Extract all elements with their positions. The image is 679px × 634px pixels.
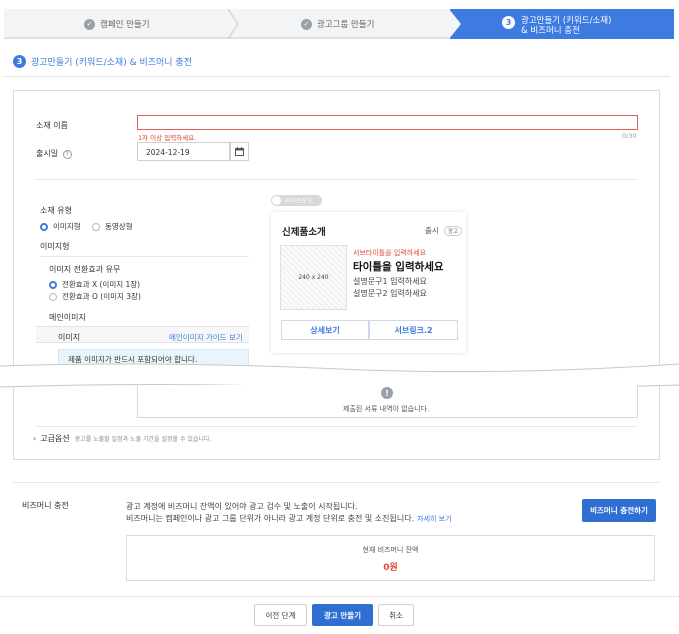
light-mode-toggle[interactable]: 라이트모드	[271, 195, 322, 206]
name-label: 소재 이름	[36, 121, 68, 130]
divider	[4, 76, 670, 77]
radio-image-type-label: 이미지형	[53, 222, 81, 231]
divider	[36, 179, 638, 180]
arrow-notch-icon	[449, 9, 461, 39]
radio-conversion-on-label: 전환효과 O (이미지 3장)	[62, 292, 141, 301]
image-label: 이미지	[58, 333, 81, 342]
launch-date-label-text: 출시일	[36, 149, 59, 158]
radio-image-type[interactable]: 이미지형	[40, 221, 81, 232]
preview-ad-badge: 광고	[444, 226, 463, 236]
advanced-options-toggle[interactable]: › 고급옵션 광고를 노출할 일정과 노출 기간을 설정할 수 있습니다.	[33, 433, 211, 444]
advanced-options-desc: 광고를 노출할 일정과 노출 기간을 설정할 수 있습니다.	[74, 436, 212, 443]
check-icon: ✓	[84, 18, 95, 30]
preview-desc1: 설명문구1 입력하세요	[353, 277, 427, 286]
main-image-label: 메인이미지	[49, 313, 86, 322]
bizmoney-charge-button[interactable]: 비즈머니 충전하기	[582, 499, 656, 522]
name-char-counter: 0/30	[622, 132, 637, 140]
footer-divider	[0, 596, 679, 597]
section-title-text: 광고만들기 (키워드/소재) & 비즈머니 충전	[31, 58, 192, 68]
bizmoney-desc1: 광고 계정에 비즈머니 잔액이 있어야 광고 검수 및 노출이 시작됩니다.	[126, 502, 358, 511]
radio-video-type-label: 동영상형	[105, 222, 133, 231]
documents-empty-text: 제출된 서류 내역이 없습니다.	[343, 405, 430, 413]
step-adgroup-label: 광고그룹 만들기	[317, 20, 375, 30]
step-adgroup: ✓ 광고그룹 만들기	[301, 9, 374, 39]
bizmoney-balance-box: 현재 비즈머니 잔액 0원	[126, 535, 655, 581]
step-campaign: ✓ 캠페인 만들기	[84, 9, 150, 39]
radio-checked-icon	[49, 280, 57, 289]
calendar-icon	[235, 147, 244, 156]
bizmoney-desc2-text: 비즈머니는 캠페인이나 광고 그룹 단위가 아니라 광고 계정 단위로 충전 및…	[126, 514, 415, 523]
advanced-options-title: 고급옵션	[40, 434, 70, 443]
image-type-heading: 이미지형	[40, 242, 70, 251]
radio-unchecked-icon	[49, 292, 57, 301]
step-ad-label-line2: & 비즈머니 충전	[521, 26, 580, 36]
create-ad-button[interactable]: 광고 만들기	[312, 604, 373, 626]
section-number: 3	[13, 55, 26, 68]
chevron-separator-icon	[227, 9, 239, 39]
preview-image-size: 240 x 240	[298, 274, 329, 281]
name-error: 1자 이상 입력하세요.	[138, 134, 197, 142]
step-ad-current: 3 광고만들기 (키워드/소재) & 비즈머니 충전	[449, 9, 674, 39]
check-icon: ✓	[301, 18, 312, 30]
divider	[36, 426, 638, 427]
preview-sublink-button[interactable]: 서브링크.2	[369, 320, 458, 340]
toggle-knob	[272, 196, 281, 205]
radio-video-type[interactable]: 동영상형	[92, 221, 133, 232]
radio-unchecked-icon	[92, 222, 100, 231]
calendar-button[interactable]	[230, 142, 249, 161]
help-icon[interactable]: ?	[62, 150, 72, 159]
light-mode-label: 라이트모드	[285, 198, 313, 205]
preview-subtitle: 서브타이틀을 입력하세요	[353, 249, 427, 257]
bizmoney-more-link[interactable]: 자세히 보기	[417, 515, 451, 523]
step-campaign-label: 캠페인 만들기	[100, 20, 150, 30]
radio-conversion-off-label: 전환효과 X (이미지 1장)	[62, 280, 141, 289]
conversion-label: 이미지 전환효과 유무	[49, 265, 121, 274]
bizmoney-label: 비즈머니 충전	[22, 501, 69, 510]
radio-conversion-on[interactable]: 전환효과 O (이미지 3장)	[49, 291, 141, 302]
preview-title: 신제품소개	[282, 227, 326, 238]
step-number: 3	[502, 16, 515, 29]
preview-image-placeholder: 240 x 240	[280, 245, 347, 310]
divider	[40, 256, 249, 257]
bizmoney-desc2: 비즈머니는 캠페인이나 광고 그룹 단위가 아니라 광고 계정 단위로 충전 및…	[126, 513, 452, 524]
image-guide-link[interactable]: 메인이미지 가이드 보기	[169, 332, 243, 343]
launch-date-label: 출시일 ?	[36, 148, 72, 159]
balance-value: 0원	[383, 563, 398, 573]
balance-label: 현재 비즈머니 잔액	[362, 546, 419, 554]
preview-desc2: 설명문구2 입력하세요	[353, 289, 427, 298]
divider	[13, 482, 660, 483]
cancel-button[interactable]: 취소	[378, 604, 414, 626]
section-title: 3 광고만들기 (키워드/소재) & 비즈머니 충전	[13, 55, 192, 68]
radio-checked-icon	[40, 222, 48, 231]
exclamation-icon: !	[381, 387, 393, 399]
preview-launch: 출시	[425, 226, 439, 235]
ad-name-input[interactable]	[137, 115, 638, 130]
radio-conversion-off[interactable]: 전환효과 X (이미지 1장)	[49, 279, 140, 290]
progress-stepper: ✓ 캠페인 만들기 ✓ 광고그룹 만들기 3 광고만들기 (키워드/소재) & …	[4, 9, 674, 39]
chevron-right-icon: ›	[33, 434, 37, 443]
launch-date-input[interactable]: 2024-12-19	[137, 142, 230, 161]
preview-headline: 타이틀을 입력하세요	[353, 261, 444, 273]
type-label: 소재 유형	[40, 206, 72, 215]
preview-detail-button[interactable]: 상세보기	[281, 320, 369, 340]
prev-step-button[interactable]: 이전 단계	[254, 604, 307, 626]
